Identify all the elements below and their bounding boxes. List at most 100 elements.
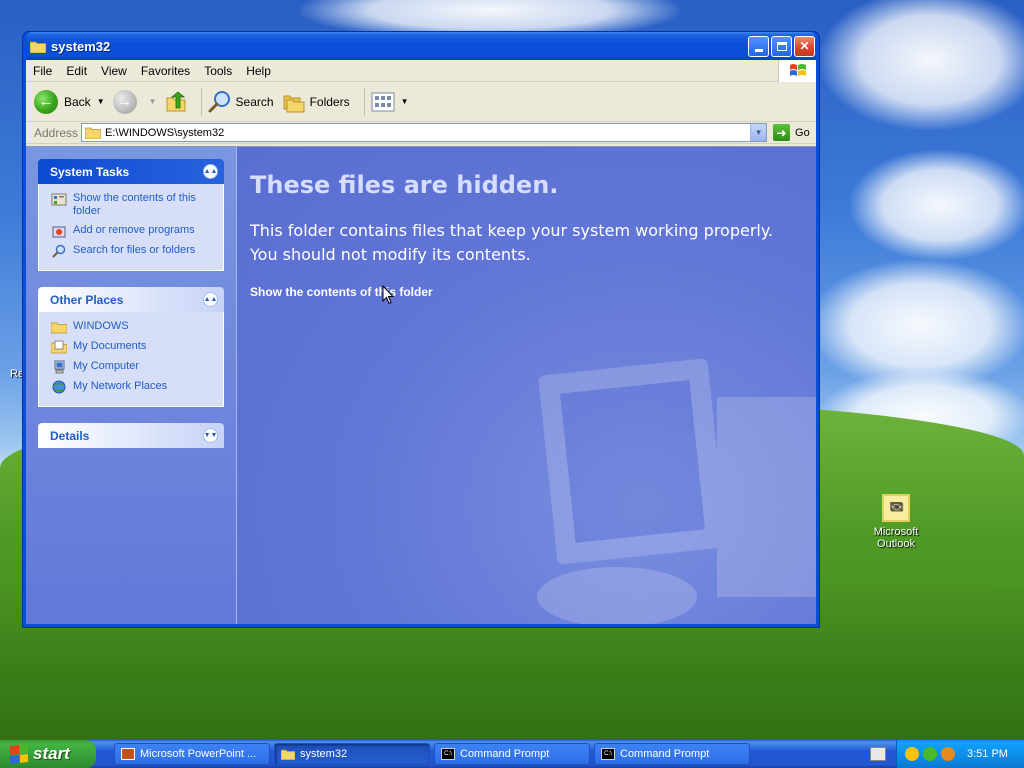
search-icon [52,244,66,258]
title-bar[interactable]: system32 ✕ [26,32,816,60]
security-shield-icon[interactable] [905,747,919,761]
expand-chevron-icon[interactable]: ▼▼ [203,428,218,443]
my-computer-icon [54,360,65,374]
place-label: My Computer [73,360,140,372]
main-pane: These files are hidden. This folder cont… [236,147,816,624]
details-header[interactable]: Details ▼▼ [38,423,224,448]
back-dropdown-icon[interactable]: ▼ [97,97,105,106]
show-contents-icon [51,193,67,206]
start-label: start [33,744,70,763]
clock[interactable]: 3:51 PM [967,748,1008,760]
taskbar-button-label: system32 [300,748,348,760]
taskbar-button-label: Command Prompt [460,748,550,760]
search-icon [208,90,230,112]
taskbar-button-command-prompt[interactable]: C:\ Command Prompt [434,743,590,765]
desktop-icon-label: Microsoft [873,526,919,538]
collapse-chevron-icon[interactable]: ▲▲ [203,164,218,179]
search-label: Search [235,94,274,109]
go-button[interactable]: ➜ Go [773,124,810,141]
message-line: You should not modify its contents. [250,245,531,264]
taskbar-button-label: Command Prompt [620,748,710,760]
taskbar-button-powerpoint[interactable]: Microsoft PowerPoint ... [114,743,270,765]
system-tasks-body: Show the contents of this folder Add or … [38,184,224,271]
menu-edit[interactable]: Edit [59,64,94,78]
explorer-window: system32 ✕ File Edit View Favorites Tool… [22,31,820,628]
menu-tools[interactable]: Tools [197,64,239,78]
window-body: File Edit View Favorites Tools Help ← Ba… [26,60,816,624]
network-places-icon [52,380,66,394]
place-windows[interactable]: WINDOWS [51,320,215,334]
back-button[interactable]: ← Back ▼ [34,89,105,114]
other-places-body: WINDOWS My Documents My Computer My Netw… [38,312,224,407]
task-label: Show the contents of this folder [73,192,196,217]
address-dropdown-icon[interactable]: ▼ [750,124,767,141]
minimize-button[interactable] [748,35,769,57]
taskbar-button-command-prompt[interactable]: C:\ Command Prompt [594,743,750,765]
collapse-chevron-icon[interactable]: ▲▲ [203,292,218,307]
folders-label: Folders [309,94,350,109]
show-contents-link[interactable]: Show the contents of this folder [250,285,433,299]
command-prompt-icon: C:\ [601,748,615,760]
views-icon [371,92,395,111]
window-title: system32 [51,38,111,54]
menu-view[interactable]: View [94,64,134,78]
network-icon[interactable] [923,747,937,761]
menu-bar: File Edit View Favorites Tools Help [26,60,816,82]
menu-help[interactable]: Help [239,64,278,78]
details-panel: Details ▼▼ [38,423,224,448]
task-search-files[interactable]: Search for files or folders [51,244,215,258]
hidden-files-message: This folder contains files that keep you… [250,219,810,267]
menu-file[interactable]: File [26,64,59,78]
desktop-icon-outlook[interactable]: ✉ Microsoft Outlook [864,494,928,550]
windows-logo-icon [778,60,816,82]
place-label: My Documents [73,340,147,352]
up-folder-icon [166,90,186,111]
task-label: Add or remove programs [73,224,195,236]
taskbar: start Microsoft PowerPoint ... system32 … [0,740,1024,768]
views-dropdown-icon[interactable]: ▼ [401,97,409,106]
address-bar: Address E:\WINDOWS\system32 ▼ ➜ Go [26,122,816,144]
place-my-computer[interactable]: My Computer [51,360,215,374]
place-my-documents[interactable]: My Documents [51,340,215,354]
folder-icon [30,41,46,53]
toolbar-separator [363,87,365,116]
forward-button[interactable]: → ▼ [112,89,157,114]
search-icon[interactable] [941,747,955,761]
folders-button[interactable]: Folders [282,91,350,113]
maximize-button[interactable] [771,35,792,57]
panel-title: Details [50,428,90,443]
forward-dropdown-icon[interactable]: ▼ [149,97,157,106]
place-my-network-places[interactable]: My Network Places [51,380,215,394]
system-tasks-header[interactable]: System Tasks ▲▲ [38,159,224,184]
toolbar: ← Back ▼ → ▼ Search Folders ▼ [26,82,816,122]
address-input[interactable]: E:\WINDOWS\system32 ▼ [81,123,768,142]
content-area: System Tasks ▲▲ Show the contents of thi… [26,146,816,624]
views-button[interactable]: ▼ [371,92,409,112]
search-button[interactable]: Search [208,90,274,114]
windows-flag-icon [10,744,28,764]
taskbar-button-label: Microsoft PowerPoint ... [140,748,257,760]
other-places-header[interactable]: Other Places ▲▲ [38,287,224,312]
close-icon: ✕ [799,39,810,53]
system-tray: 3:51 PM [896,740,1024,768]
start-button[interactable]: start [0,740,96,768]
computer-watermark-icon [537,358,816,624]
outlook-icon: ✉ [882,494,910,522]
folder-icon [51,322,67,334]
go-arrow-icon: ➜ [773,124,791,141]
maximize-icon [776,41,787,51]
close-button[interactable]: ✕ [794,35,815,57]
keyboard-layout-icon[interactable] [870,747,886,761]
address-label: Address [34,125,79,140]
command-prompt-icon: C:\ [441,748,455,760]
folders-icon [283,95,305,112]
desktop-icon-label: Outlook [877,538,915,550]
task-add-remove-programs[interactable]: Add or remove programs [51,224,215,238]
task-show-contents[interactable]: Show the contents of this folder [51,192,215,218]
up-folder-button[interactable] [165,90,187,113]
taskbar-button-system32[interactable]: system32 [274,743,430,765]
my-documents-icon [51,340,67,354]
panel-title: System Tasks [50,164,130,179]
task-pane: System Tasks ▲▲ Show the contents of thi… [26,147,236,624]
menu-favorites[interactable]: Favorites [134,64,197,78]
